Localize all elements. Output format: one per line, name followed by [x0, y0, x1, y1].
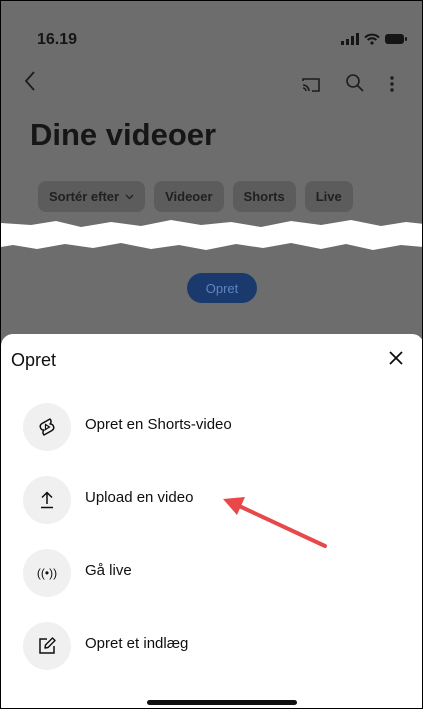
chip-videos-label: Videoer [165, 189, 213, 204]
phone-screen: 16.19 Dine videoer Sortér efter Videoer … [0, 0, 423, 709]
chip-shorts-label: Shorts [243, 189, 285, 204]
torn-edge-divider [1, 220, 422, 250]
chip-videos[interactable]: Videoer [154, 181, 224, 212]
create-bottom-sheet: Opret Opret en Shorts-video Upload en vi… [1, 334, 422, 708]
signal-icon [341, 33, 359, 45]
chevron-down-icon [125, 194, 134, 199]
upload-icon [23, 476, 71, 524]
sheet-title: Opret [11, 350, 57, 370]
chip-live-label: Live [315, 189, 342, 204]
menu-item-label: Opret en Shorts-video [85, 416, 232, 433]
close-icon[interactable] [389, 351, 403, 365]
cast-icon[interactable] [301, 77, 321, 93]
home-indicator [147, 700, 297, 705]
status-time: 16.19 [37, 31, 78, 48]
wifi-icon [364, 33, 380, 45]
back-arrow-icon[interactable] [23, 69, 37, 93]
filter-chips: Sortér efter Videoer Shorts Live [38, 181, 353, 212]
chip-sort[interactable]: Sortér efter [38, 181, 146, 212]
chip-shorts[interactable]: Shorts [232, 181, 296, 212]
chip-live[interactable]: Live [304, 181, 353, 212]
menu-item-label: Gå live [85, 562, 132, 579]
shorts-icon [23, 403, 71, 451]
live-icon: ((•)) [23, 549, 71, 597]
menu-item-go-live[interactable]: ((•)) Gå live [1, 542, 422, 602]
annotation-arrow-icon [223, 497, 327, 548]
more-vertical-icon[interactable] [389, 75, 395, 93]
menu-item-upload-video[interactable]: Upload en video [1, 469, 422, 529]
menu-item-create-post[interactable]: Opret et indlæg [1, 615, 422, 675]
app-bar [1, 69, 422, 105]
page-title: Dine videoer [30, 117, 217, 152]
search-icon[interactable] [345, 73, 365, 93]
battery-icon [385, 34, 407, 44]
status-icons [341, 33, 407, 45]
status-bar: 16.19 [1, 1, 422, 61]
menu-item-create-short[interactable]: Opret en Shorts-video [1, 396, 422, 456]
create-button[interactable]: Opret [187, 273, 257, 303]
edit-post-icon [23, 622, 71, 670]
menu-item-label: Opret et indlæg [85, 635, 189, 652]
chip-sort-label: Sortér efter [49, 189, 120, 204]
menu-item-label: Upload en video [85, 489, 194, 506]
